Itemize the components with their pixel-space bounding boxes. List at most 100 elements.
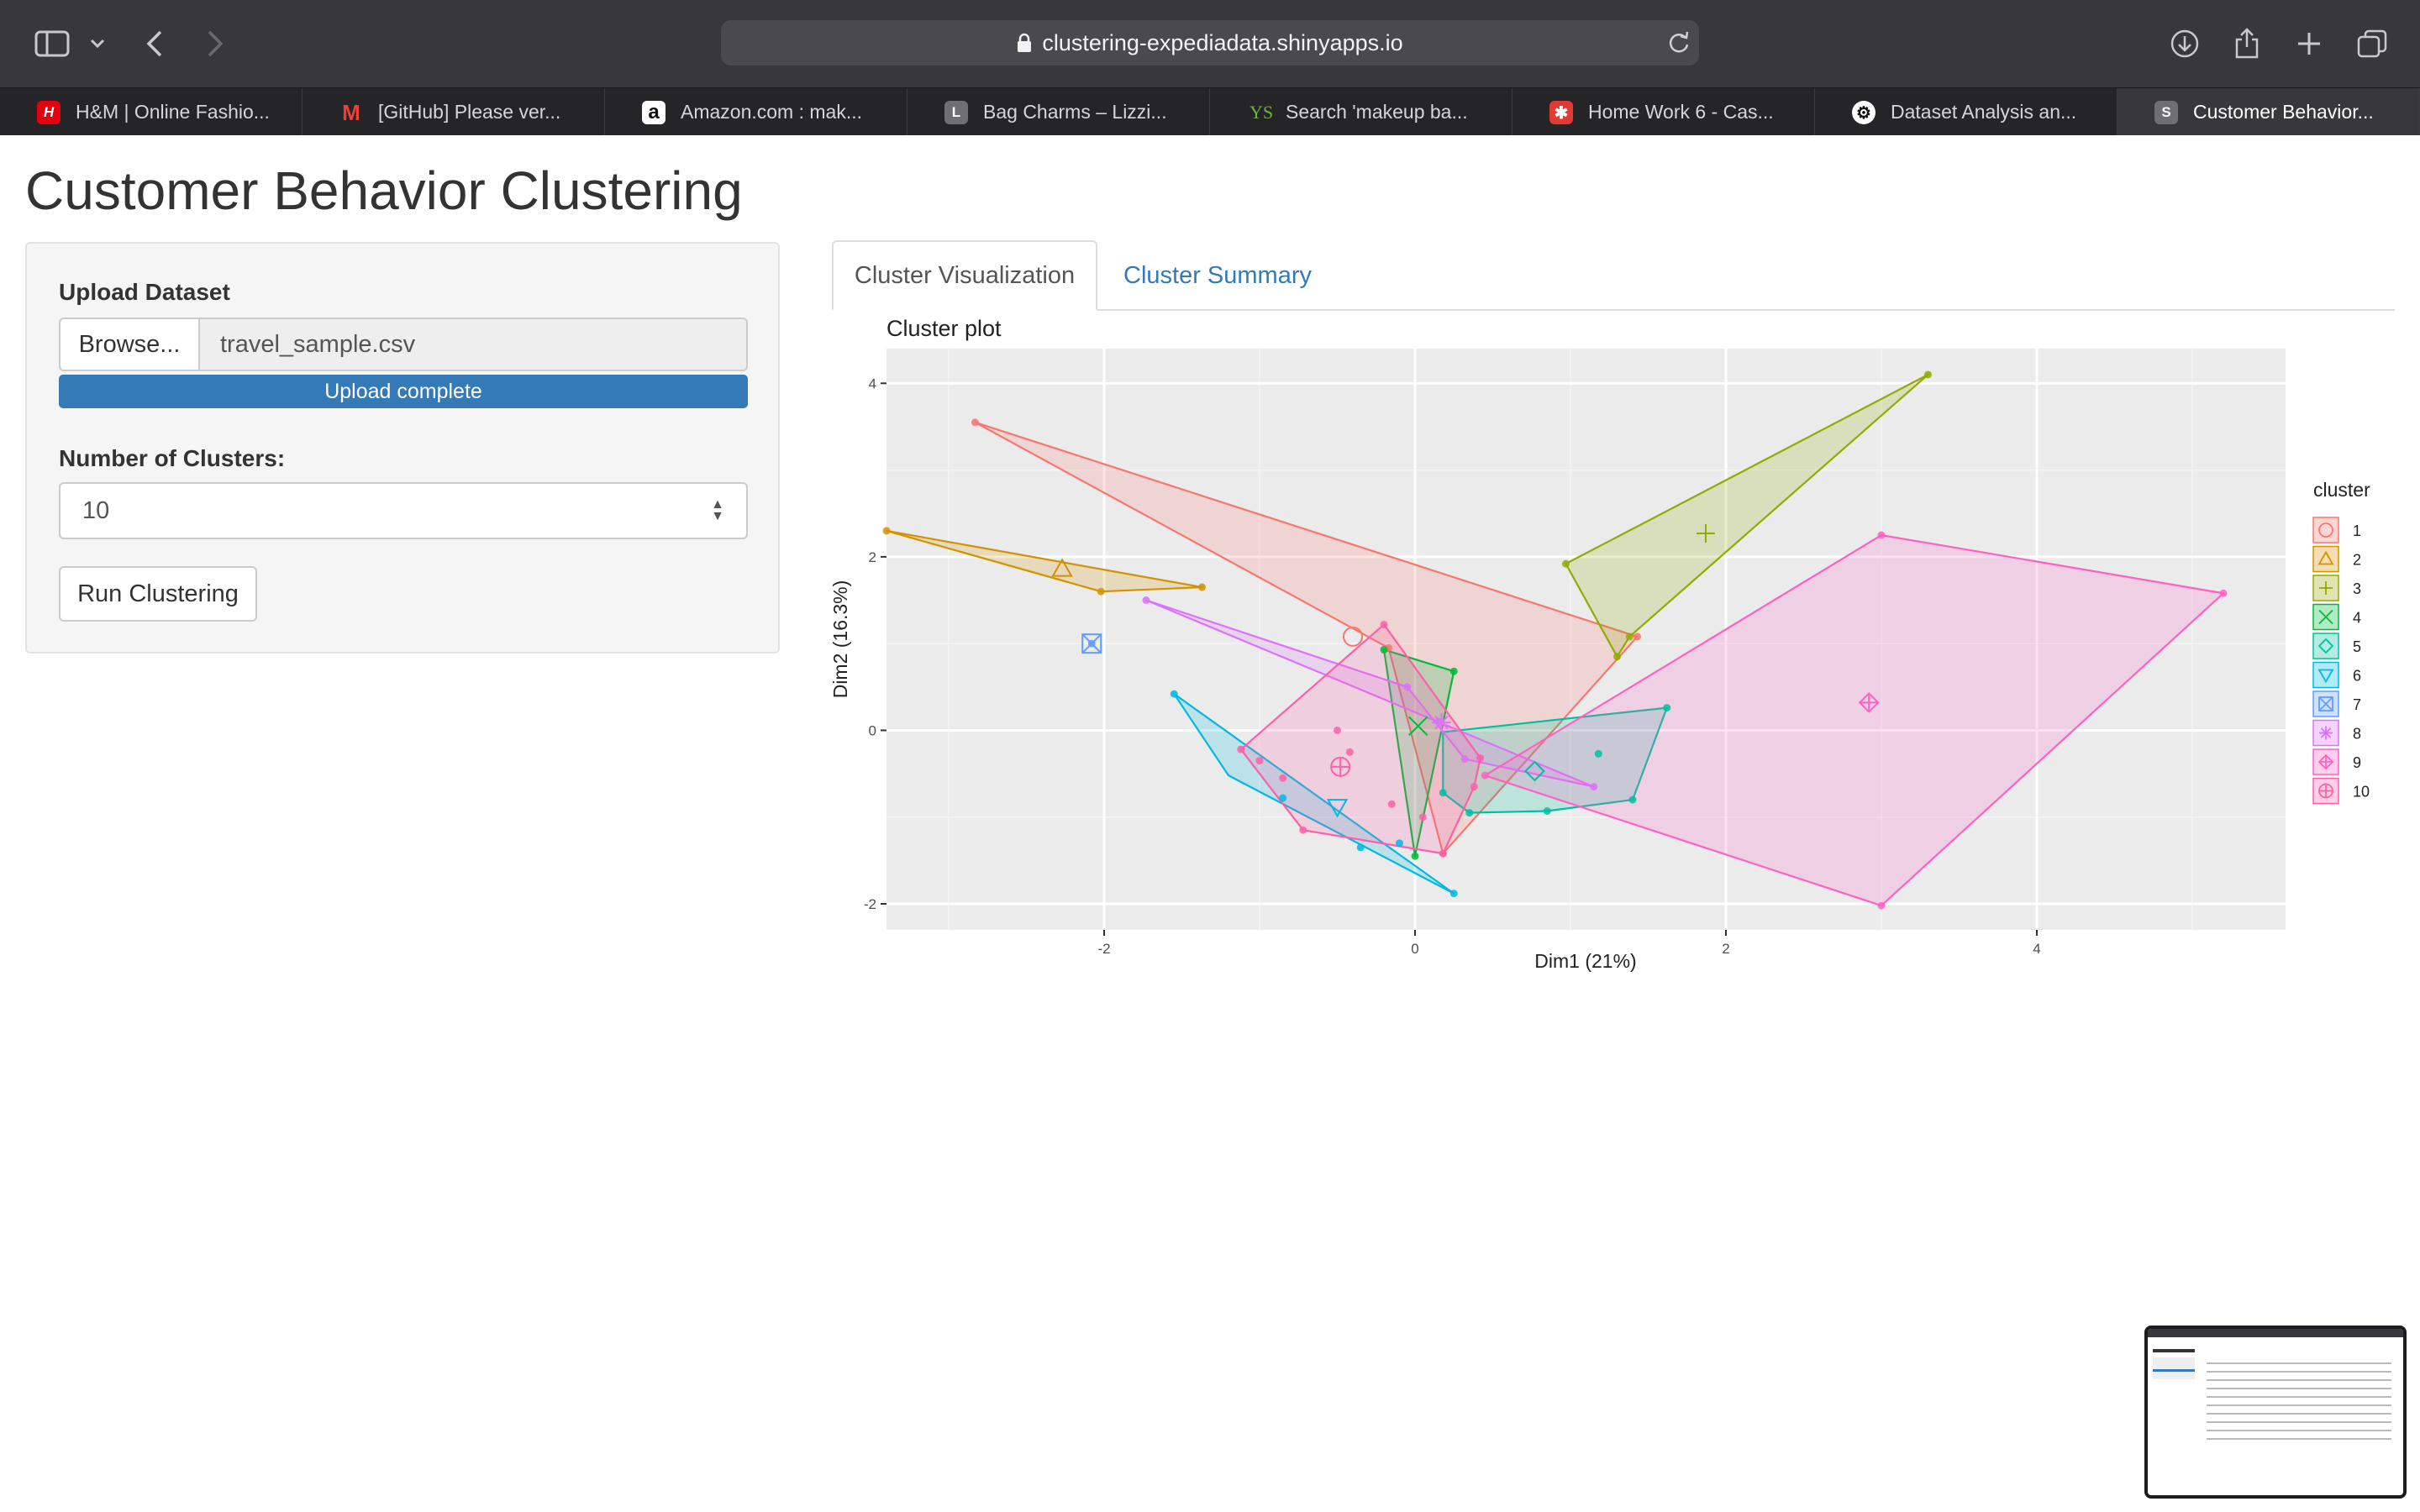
browser-tab[interactable]: M [GitHub] Please ver... (302, 88, 605, 135)
forward-arrow-icon[interactable] (200, 22, 230, 66)
sidebar-toggle-icon[interactable] (32, 22, 72, 66)
cluster-3-point (1613, 653, 1621, 661)
x-axis-label: Dim1 (21%) (1534, 950, 1636, 972)
canvas-favicon-icon: ✱ (1549, 101, 1573, 124)
hm-favicon-icon: H (37, 101, 60, 124)
cluster-10-center (1330, 756, 1351, 777)
legend-label-4: 4 (2353, 610, 2361, 627)
screenshot-thumbnail[interactable] (2144, 1326, 2407, 1499)
reload-icon[interactable] (1667, 30, 1691, 61)
browse-button[interactable]: Browse... (59, 318, 200, 371)
cluster-10-point (1334, 726, 1341, 734)
cluster-10-point (1345, 748, 1354, 756)
y-tick-label: 4 (869, 375, 876, 391)
cluster-5-point (1465, 809, 1474, 817)
download-icon[interactable] (2166, 22, 2203, 66)
chatgpt-favicon-icon: ⚙ (1852, 101, 1876, 124)
gmail-favicon-icon: M (342, 99, 360, 125)
y-tick-label: 0 (869, 722, 876, 738)
clusters-number-input[interactable]: 10 ▲ ▼ (59, 482, 748, 539)
legend-label-3: 3 (2353, 580, 2361, 597)
cluster-8-point (1142, 596, 1150, 605)
cluster-3-point (1924, 370, 1932, 379)
cluster-5-point (1439, 789, 1447, 797)
legend-label-10: 10 (2353, 784, 2370, 801)
cluster-3-point (1625, 633, 1634, 641)
cluster-2-point (882, 527, 891, 535)
cluster-3-point (1561, 559, 1570, 568)
browser-tab[interactable]: ✱ Home Work 6 - Cas... (1512, 88, 1815, 135)
cluster-2-point (1198, 583, 1207, 591)
browser-tab[interactable]: L Bag Charms – Lizzi... (908, 88, 1210, 135)
chevron-down-icon[interactable] (87, 22, 108, 66)
clusters-label: Number of Clusters: (59, 445, 286, 471)
browser-tab[interactable]: YS Search 'makeup ba... (1210, 88, 1512, 135)
cluster-10-point (1299, 826, 1307, 834)
browser-tab-active[interactable]: S Customer Behavior... (2118, 88, 2420, 135)
letter-l-favicon-icon: L (944, 101, 968, 124)
legend-title: cluster (2313, 479, 2370, 501)
browser-tab[interactable]: ⚙ Dataset Analysis an... (1815, 88, 2118, 135)
file-name-field: travel_sample.csv (200, 318, 748, 371)
cluster-8-point (1403, 683, 1412, 691)
x-tick-label: -2 (1097, 941, 1110, 957)
tab-cluster-visualization[interactable]: Cluster Visualization (832, 240, 1097, 311)
legend-label-7: 7 (2353, 696, 2361, 713)
cluster-2-point (1097, 587, 1105, 596)
clusters-value: 10 (82, 496, 110, 524)
cluster-10-point (1380, 620, 1388, 628)
browser-tab-label: H&M | Online Fashio... (76, 100, 270, 123)
cluster-4-point (1380, 645, 1388, 654)
run-clustering-button[interactable]: Run Clustering (59, 566, 257, 622)
cluster-1-point (1634, 633, 1642, 641)
legend-key-1 (2312, 517, 2339, 543)
browser-tab-label: [GitHub] Please ver... (378, 100, 561, 123)
upload-progress-bar: Upload complete (59, 375, 748, 408)
cluster-6-point (1356, 843, 1365, 852)
cluster-8-point (1590, 783, 1598, 791)
browser-tab-label: Amazon.com : mak... (681, 100, 863, 123)
yesstyle-favicon-icon: YS (1249, 102, 1274, 123)
browser-tab-label: Bag Charms – Lizzi... (983, 100, 1167, 123)
cluster-10-point (1255, 757, 1264, 765)
y-tick-label: 2 (869, 549, 876, 565)
browser-tab[interactable]: a Amazon.com : mak... (605, 88, 908, 135)
chart-legend: cluster 1 2 3 4 5 6 7 8 9 10 (2312, 479, 2370, 805)
browser-tab[interactable]: H H&M | Online Fashio... (0, 88, 302, 135)
cluster-1-point (971, 418, 979, 427)
legend-label-6: 6 (2353, 668, 2361, 685)
y-axis-label: Dim2 (16.3%) (832, 580, 851, 699)
legend-label-5: 5 (2353, 638, 2361, 655)
spinner-arrows-icon[interactable]: ▲ ▼ (711, 498, 724, 523)
legend-key-5 (2312, 633, 2339, 659)
legend-key-6 (2312, 661, 2339, 689)
tab-cluster-summary[interactable]: Cluster Summary (1097, 240, 1338, 311)
panel-tabs: Cluster Visualization Cluster Summary (832, 240, 2395, 311)
legend-key-2 (2312, 545, 2339, 573)
amazon-favicon-icon: a (642, 101, 666, 124)
share-icon[interactable] (2230, 22, 2264, 66)
url-text: clustering-expediadata.shinyapps.io (1042, 29, 1403, 55)
cluster-6-point (1449, 890, 1458, 898)
cluster-4-point (1449, 667, 1458, 675)
cluster-5-point (1663, 704, 1671, 712)
cluster-9-point (1877, 531, 1886, 539)
file-upload-row: Browse... travel_sample.csv (59, 318, 748, 371)
tab-overview-icon[interactable] (2354, 22, 2390, 66)
sidebar-panel: Upload Dataset Browse... travel_sample.c… (25, 242, 780, 654)
cluster-6-point (1396, 839, 1403, 848)
back-arrow-icon[interactable] (139, 22, 170, 66)
chart-title: Cluster plot (886, 316, 1002, 341)
shiny-favicon-icon: S (2154, 101, 2178, 124)
address-bar[interactable]: clustering-expediadata.shinyapps.io (721, 20, 1699, 66)
browser-tab-label: Dataset Analysis an... (1891, 100, 2077, 123)
upload-status-text: Upload complete (324, 379, 482, 403)
upload-label: Upload Dataset (59, 279, 230, 305)
browser-tab-bar: H H&M | Online Fashio... M [GitHub] Plea… (0, 87, 2420, 135)
cluster-10-point (1439, 849, 1447, 858)
cluster-9-point (1877, 901, 1886, 910)
legend-key-10-symbol (2318, 783, 2333, 799)
cluster-10-point (1470, 783, 1478, 791)
new-tab-plus-icon[interactable] (2292, 22, 2326, 66)
cluster-10-point (1418, 813, 1427, 822)
